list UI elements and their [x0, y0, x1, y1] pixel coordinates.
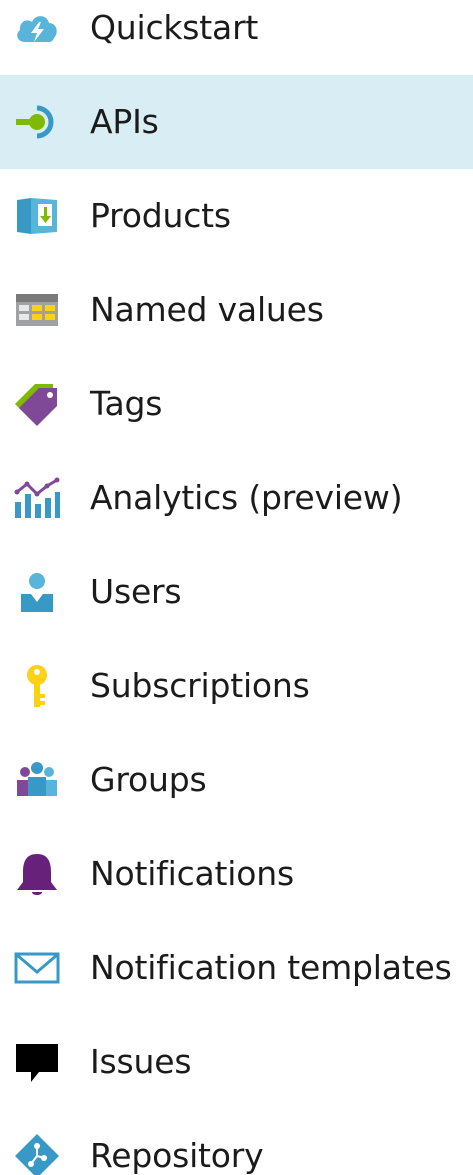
repository-diamond-icon: [13, 1132, 61, 1175]
key-icon: [13, 662, 61, 710]
sidebar-item-quickstart[interactable]: Quickstart: [0, 0, 473, 75]
envelope-icon: [13, 944, 61, 992]
table-grid-icon: [13, 286, 61, 334]
sidebar-item-apis[interactable]: APIs: [0, 75, 473, 169]
analytics-chart-icon: [13, 474, 61, 522]
speech-bubble-icon: [13, 1038, 61, 1086]
sidebar-item-products[interactable]: Products: [0, 169, 473, 263]
sidebar-item-named-values[interactable]: Named values: [0, 263, 473, 357]
sidebar-item-label: Tags: [90, 384, 163, 423]
sidebar-item-label: Subscriptions: [90, 666, 310, 705]
sidebar-item-tags[interactable]: Tags: [0, 357, 473, 451]
sidebar-item-analytics[interactable]: Analytics (preview): [0, 451, 473, 545]
groups-icon: [13, 756, 61, 804]
sidebar-item-label: Notification templates: [90, 948, 452, 987]
product-box-icon: [13, 192, 61, 240]
sidebar-item-label: Users: [90, 572, 182, 611]
sidebar-item-notification-templates[interactable]: Notification templates: [0, 921, 473, 1015]
sidebar-item-label: Quickstart: [90, 8, 259, 47]
sidebar-item-label: Repository: [90, 1136, 264, 1175]
sidebar-item-label: Named values: [90, 290, 324, 329]
bell-icon: [13, 850, 61, 898]
sidebar-nav: Quickstart APIs Products Named values Ta…: [0, 0, 473, 1175]
sidebar-item-label: Notifications: [90, 854, 294, 893]
sidebar-item-label: Analytics (preview): [90, 478, 403, 517]
sidebar-item-label: Issues: [90, 1042, 192, 1081]
cloud-bolt-icon: [13, 4, 61, 52]
sidebar-item-groups[interactable]: Groups: [0, 733, 473, 827]
tags-icon: [13, 380, 61, 428]
sidebar-item-notifications[interactable]: Notifications: [0, 827, 473, 921]
sidebar-item-repository[interactable]: Repository: [0, 1109, 473, 1175]
sidebar-item-subscriptions[interactable]: Subscriptions: [0, 639, 473, 733]
sidebar-item-label: Products: [90, 196, 231, 235]
sidebar-item-users[interactable]: Users: [0, 545, 473, 639]
sidebar-item-issues[interactable]: Issues: [0, 1015, 473, 1109]
api-plug-icon: [13, 98, 61, 146]
user-icon: [13, 568, 61, 616]
sidebar-item-label: Groups: [90, 760, 207, 799]
sidebar-item-label: APIs: [90, 102, 159, 141]
